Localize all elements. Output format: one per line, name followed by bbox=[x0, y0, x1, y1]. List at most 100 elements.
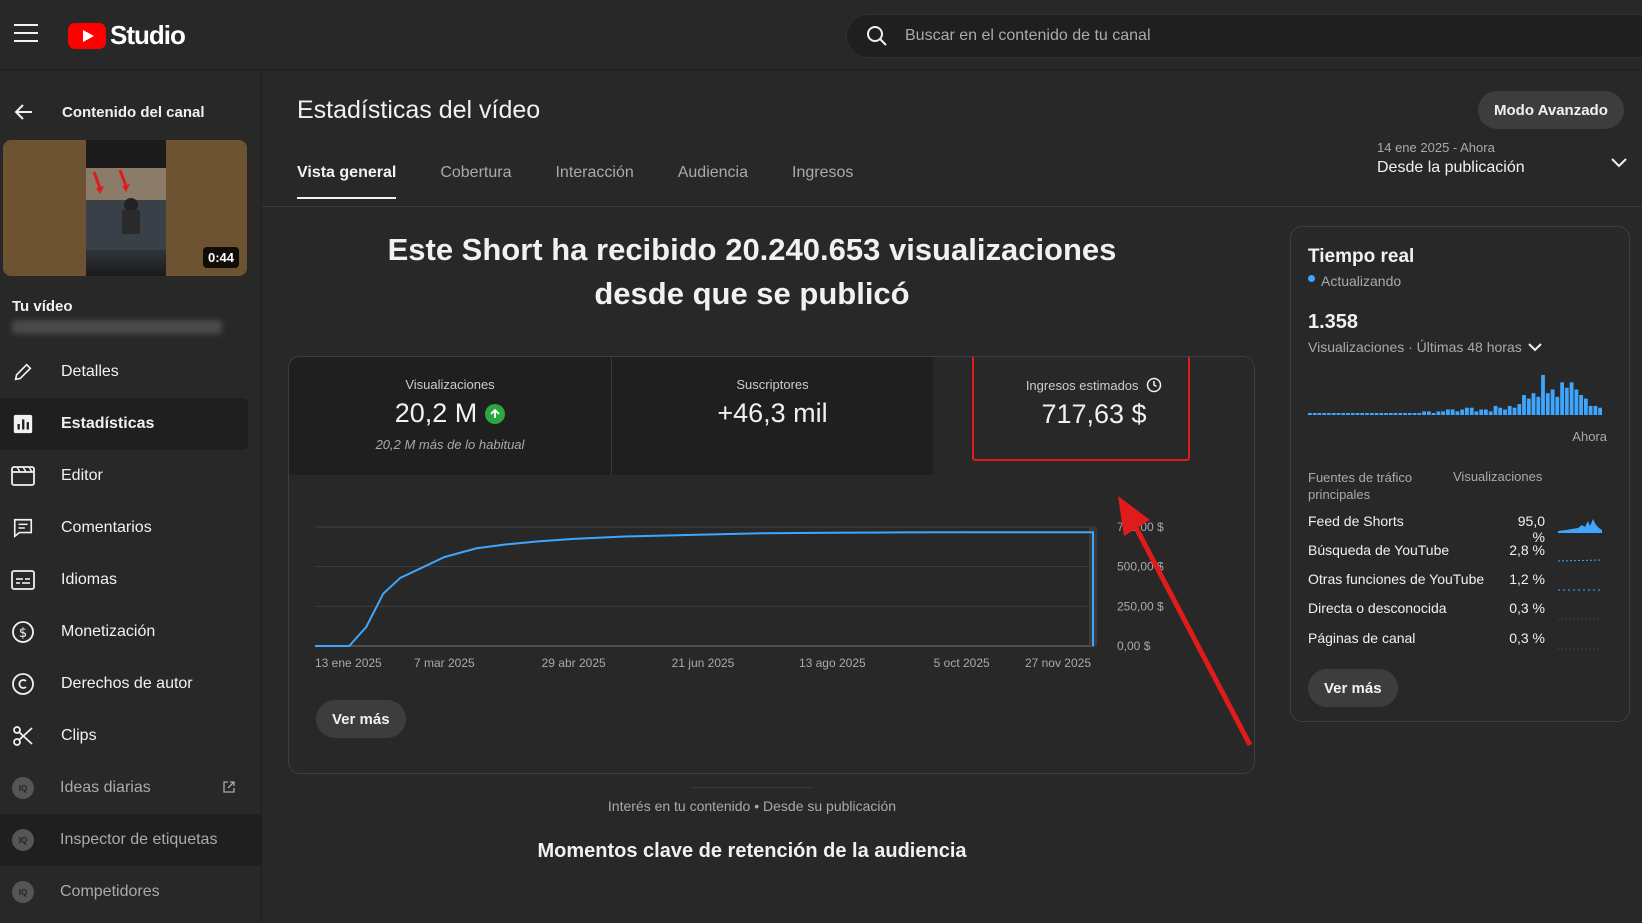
metrics-row: Visualizaciones 20,2 M 20,2 M más de lo … bbox=[289, 357, 1254, 475]
metric-revenue[interactable]: Ingresos estimados 717,63 $ bbox=[933, 357, 1254, 475]
realtime-bar bbox=[1555, 396, 1560, 415]
menu-icon[interactable] bbox=[14, 24, 38, 44]
y-tick-label: 250,00 $ bbox=[1117, 599, 1164, 613]
realtime-bar bbox=[1441, 411, 1445, 415]
realtime-title: Tiempo real bbox=[1308, 246, 1415, 267]
advanced-mode-button[interactable]: Modo Avanzado bbox=[1478, 91, 1624, 129]
realtime-bar bbox=[1584, 398, 1588, 415]
tab-reach[interactable]: Cobertura bbox=[440, 164, 511, 199]
metric-views[interactable]: Visualizaciones 20,2 M 20,2 M más de lo … bbox=[289, 357, 611, 475]
date-range-label: Desde la publicación bbox=[1377, 159, 1525, 176]
views-header: Visualizaciones bbox=[1453, 469, 1543, 484]
sidebar-item-languages[interactable]: Idiomas bbox=[0, 554, 262, 606]
metric-subscribers[interactable]: Suscriptores +46,3 mil bbox=[611, 357, 933, 475]
sidebar-item-details[interactable]: Detalles bbox=[0, 346, 262, 398]
see-more-button[interactable]: Ver más bbox=[316, 700, 406, 738]
x-tick-label: 13 ago 2025 bbox=[799, 656, 866, 670]
date-range-selector[interactable]: 14 ene 2025 - Ahora Desde la publicación bbox=[1377, 140, 1642, 190]
realtime-bar bbox=[1398, 413, 1403, 415]
thumbnail-image bbox=[86, 140, 166, 276]
realtime-bar bbox=[1336, 413, 1341, 415]
realtime-period-selector[interactable]: Visualizaciones · Últimas 48 horas bbox=[1308, 339, 1542, 355]
x-tick-label: 5 oct 2025 bbox=[934, 656, 990, 670]
pencil-icon bbox=[11, 360, 35, 384]
vidiq-icon: IQ bbox=[12, 777, 34, 799]
sidebar-item-daily-ideas[interactable]: IQ Ideas diarias bbox=[0, 762, 262, 814]
x-tick-label: 13 ene 2025 bbox=[315, 656, 382, 670]
sidebar-item-analytics[interactable]: Estadísticas bbox=[0, 398, 248, 450]
arrow-back-icon bbox=[14, 104, 32, 120]
realtime-bar bbox=[1488, 411, 1493, 415]
video-title-blurred bbox=[12, 320, 222, 334]
realtime-bar bbox=[1593, 405, 1598, 415]
date-range-text: 14 ene 2025 - Ahora bbox=[1377, 140, 1495, 155]
tab-audience[interactable]: Audiencia bbox=[678, 164, 748, 199]
comment-icon bbox=[11, 516, 35, 540]
sidebar: Contenido del canal 0:44 Tu vídeo Detall… bbox=[0, 70, 262, 923]
realtime-bar bbox=[1427, 411, 1431, 415]
realtime-bar bbox=[1598, 407, 1602, 415]
x-tick-label: 7 mar 2025 bbox=[414, 656, 475, 670]
realtime-bar bbox=[1322, 413, 1327, 415]
headline: Este Short ha recibido 20.240.653 visual… bbox=[387, 232, 1117, 311]
clock-icon bbox=[1146, 377, 1162, 393]
sidebar-item-clips[interactable]: Clips bbox=[0, 710, 262, 762]
realtime-see-more-button[interactable]: Ver más bbox=[1308, 669, 1398, 707]
y-tick-label: 500,00 $ bbox=[1117, 560, 1164, 574]
film-icon bbox=[11, 464, 35, 488]
sidebar-item-competitors[interactable]: IQ Competidores bbox=[0, 866, 262, 918]
realtime-bar bbox=[1479, 409, 1484, 415]
realtime-bar bbox=[1346, 413, 1350, 415]
svg-text:$: $ bbox=[19, 626, 27, 641]
tabs-divider bbox=[262, 206, 1642, 207]
realtime-bar bbox=[1308, 413, 1312, 415]
realtime-bar bbox=[1341, 413, 1346, 415]
realtime-bar bbox=[1545, 393, 1550, 415]
realtime-bar bbox=[1412, 413, 1417, 415]
search-input[interactable] bbox=[905, 27, 1505, 45]
sidebar-item-copyright[interactable]: Derechos de autor bbox=[0, 658, 262, 710]
live-dot-icon bbox=[1308, 274, 1315, 282]
realtime-bar bbox=[1384, 413, 1388, 415]
realtime-bar bbox=[1450, 409, 1455, 415]
tab-revenue[interactable]: Ingresos bbox=[792, 164, 853, 199]
sparkline bbox=[1558, 559, 1602, 562]
realtime-bar bbox=[1493, 405, 1498, 415]
sidebar-item-comments[interactable]: Comentarios bbox=[0, 502, 262, 554]
tab-engagement[interactable]: Interacción bbox=[555, 164, 633, 199]
section-divider bbox=[692, 787, 812, 788]
realtime-bar bbox=[1574, 389, 1579, 415]
metric-revenue-value: 717,63 $ bbox=[1041, 399, 1147, 429]
studio-logo[interactable]: Studio bbox=[68, 20, 186, 51]
realtime-bar bbox=[1498, 407, 1503, 415]
search-icon bbox=[867, 26, 887, 46]
realtime-bar bbox=[1422, 411, 1426, 415]
realtime-bar bbox=[1460, 409, 1465, 415]
realtime-bar bbox=[1360, 413, 1365, 415]
vidiq-icon: IQ bbox=[12, 829, 34, 851]
tab-overview[interactable]: Vista general bbox=[297, 164, 397, 199]
analytics-tabs: Vista general Cobertura Interacción Audi… bbox=[297, 164, 897, 199]
sparkline bbox=[1558, 589, 1602, 591]
top-bar: Studio bbox=[0, 0, 1642, 70]
realtime-bar bbox=[1393, 413, 1398, 415]
realtime-card: Tiempo real Actualizando 1.358 Visualiza… bbox=[1290, 226, 1630, 722]
sidebar-item-monetization[interactable]: $ Monetización bbox=[0, 606, 262, 658]
sidebar-item-editor[interactable]: Editor bbox=[0, 450, 262, 502]
realtime-bar bbox=[1350, 413, 1355, 415]
realtime-bar bbox=[1417, 413, 1422, 415]
video-thumbnail[interactable]: 0:44 bbox=[3, 140, 247, 276]
realtime-bar-chart bbox=[1308, 375, 1602, 415]
chevron-down-icon bbox=[1611, 158, 1627, 168]
sidebar-nav: Detalles Estadísticas Editor Comentarios… bbox=[0, 346, 262, 918]
search-box[interactable] bbox=[846, 14, 1642, 58]
realtime-bar bbox=[1579, 395, 1583, 415]
main-content: Estadísticas del vídeo Modo Avanzado Vis… bbox=[262, 70, 1642, 923]
sidebar-item-tag-inspector[interactable]: IQ Inspector de etiquetas bbox=[0, 814, 262, 866]
sparkline bbox=[1558, 648, 1602, 650]
dollar-icon: $ bbox=[11, 620, 35, 644]
back-to-content-button[interactable]: Contenido del canal bbox=[0, 90, 262, 134]
realtime-bar bbox=[1317, 413, 1322, 415]
realtime-bar bbox=[1327, 413, 1331, 415]
vidiq-icon: IQ bbox=[12, 881, 34, 903]
